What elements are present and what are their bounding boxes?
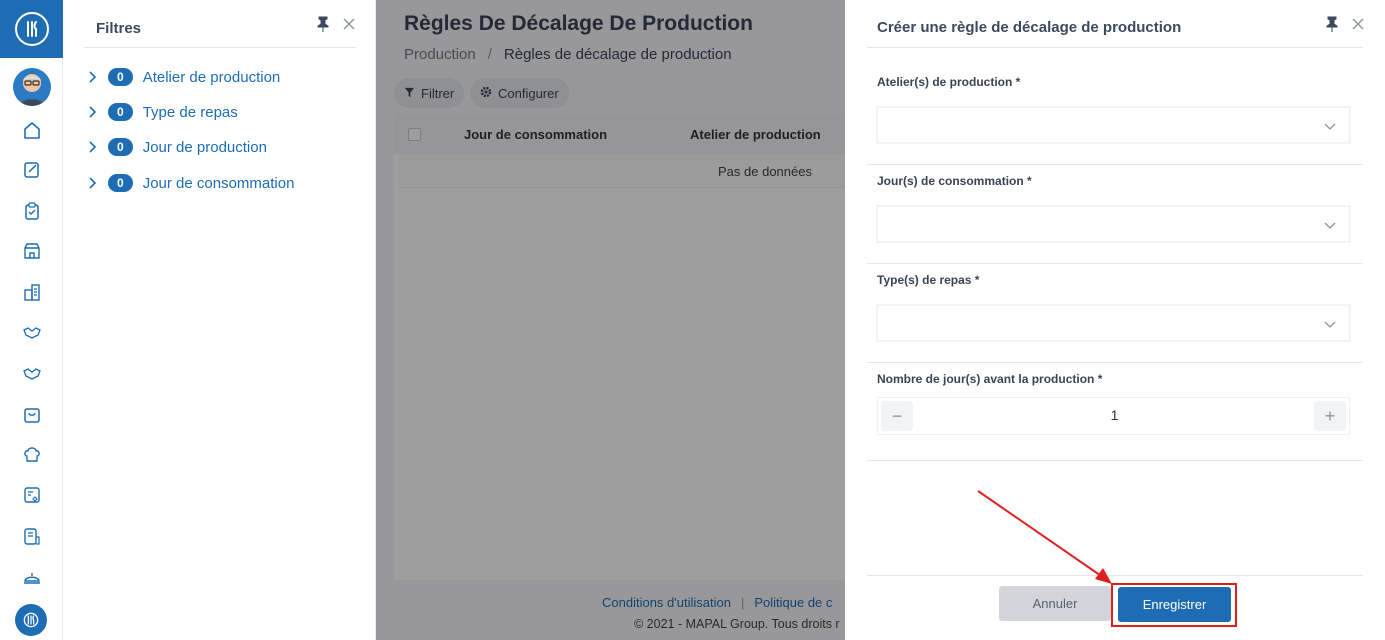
filter-atelier-de-production[interactable]: 0 Atelier de production [88,65,280,89]
filter-label: Type de repas [142,103,238,121]
consommation-field-label: Jour(s) de consommation * [877,174,1032,188]
filter-label: Jour de consommation [142,174,295,192]
count-badge: 0 [108,103,133,121]
left-rail [0,0,63,640]
filter-panel-header: Filtres [84,0,356,48]
pin-icon[interactable] [316,16,330,32]
stepper-value[interactable]: 1 [878,407,1351,423]
divider [867,460,1363,461]
divider [867,263,1363,264]
close-icon[interactable] [1351,17,1365,31]
modal-backdrop[interactable] [376,0,845,640]
annotation-arrow [977,490,1112,584]
consommation-select[interactable] [877,206,1350,242]
nombre-field-label: Nombre de jour(s) avant la production * [877,372,1103,386]
close-icon[interactable] [342,17,356,31]
drawer-title: Créer une règle de décalage de productio… [877,19,1182,36]
count-badge: 0 [108,174,133,192]
app-logo-icon[interactable] [15,604,47,636]
filter-type-de-repas[interactable]: 0 Type de repas [88,100,238,124]
divider [867,164,1363,165]
document-icon[interactable] [20,524,44,548]
chevron-down-icon [1323,119,1337,133]
drawer-header: Créer une règle de décalage de productio… [867,0,1365,48]
divider [867,362,1363,363]
count-badge: 0 [108,68,133,86]
chevron-down-icon [1323,218,1337,232]
handshake-icon[interactable] [20,320,44,344]
store-icon[interactable] [20,239,44,263]
filter-jour-de-consommation[interactable]: 0 Jour de consommation [88,171,294,195]
app-logo-icon[interactable] [0,0,63,58]
cancel-button[interactable]: Annuler [999,586,1111,621]
chevron-right-icon [88,176,102,190]
chevron-right-icon [88,140,102,154]
cloche-icon[interactable] [20,565,44,589]
filter-panel-title: Filtres [96,20,142,37]
avatar[interactable] [13,68,51,106]
chevron-right-icon [88,70,102,84]
save-button[interactable]: Enregistrer [1118,587,1231,622]
handshake-icon[interactable] [20,361,44,385]
increment-button[interactable]: + [1314,401,1346,431]
decrement-button[interactable]: − [881,401,913,431]
filter-label: Jour de production [142,138,267,156]
chef-hat-icon[interactable] [20,442,44,466]
filter-panel: Filtres 0 Atelier de production 0 Type d… [64,0,376,640]
bag-icon[interactable] [20,402,44,426]
clipboard-icon[interactable] [20,199,44,223]
filter-jour-de-production[interactable]: 0 Jour de production [88,135,267,159]
pin-icon[interactable] [1325,16,1339,32]
building-icon[interactable] [20,280,44,304]
chevron-right-icon [88,105,102,119]
home-icon[interactable] [20,118,44,142]
days-stepper: 1 − + [877,397,1350,435]
menu-card-icon[interactable] [20,483,44,507]
repas-field-label: Type(s) de repas * [877,273,980,287]
edit-icon[interactable] [20,158,44,182]
filter-label: Atelier de production [142,68,281,86]
repas-select[interactable] [877,305,1350,341]
atelier-select[interactable] [877,107,1350,143]
chevron-down-icon [1323,317,1337,331]
atelier-field-label: Atelier(s) de production * [877,75,1021,89]
count-badge: 0 [108,138,133,156]
